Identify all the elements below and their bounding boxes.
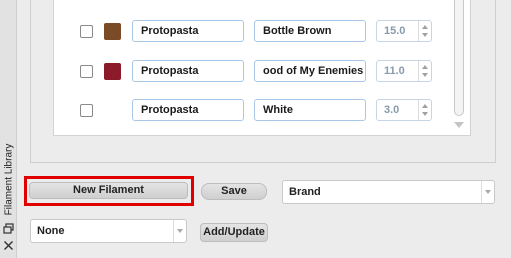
color-swatch[interactable] <box>104 23 121 40</box>
chevron-down-icon <box>177 229 183 233</box>
filament-row: Protopasta Bottle Brown 15.0 <box>0 20 510 44</box>
amount-stepper[interactable] <box>418 100 431 120</box>
filament-select-checkbox[interactable] <box>80 65 93 78</box>
list-scrollbar[interactable] <box>452 0 466 132</box>
stepper-up-icon[interactable] <box>422 104 428 108</box>
float-window-icon[interactable] <box>3 223 14 234</box>
stepper-down-icon[interactable] <box>422 112 428 116</box>
panel-title: Filament Library <box>3 143 15 216</box>
amount-value: 11.0 <box>384 65 405 77</box>
color-swatch[interactable] <box>104 63 121 80</box>
brand-field[interactable]: Protopasta <box>132 20 244 42</box>
filament-name-field[interactable]: Bottle Brown <box>254 20 366 42</box>
add-update-button[interactable]: Add/Update <box>200 223 268 242</box>
sort-field-value: Brand <box>289 186 321 198</box>
color-swatch[interactable] <box>104 102 121 119</box>
filament-select-checkbox[interactable] <box>80 104 93 117</box>
brand-field[interactable]: Protopasta <box>132 99 244 121</box>
amount-spinbox[interactable]: 3.0 <box>376 99 432 121</box>
amount-stepper[interactable] <box>418 61 431 81</box>
filament-name-field[interactable]: White <box>254 99 366 121</box>
filament-name-field[interactable]: ood of My Enemies <box>254 60 366 82</box>
scrollbar-track[interactable] <box>454 0 464 116</box>
filament-row: Protopasta White 3.0 <box>0 99 510 123</box>
amount-stepper[interactable] <box>418 21 431 41</box>
amount-value: 3.0 <box>384 104 400 116</box>
close-icon[interactable] <box>3 240 14 251</box>
filament-row: Protopasta ood of My Enemies 11.0 <box>0 60 510 84</box>
filament-select-checkbox[interactable] <box>80 25 93 38</box>
amount-spinbox[interactable]: 11.0 <box>376 60 432 82</box>
new-filament-button[interactable]: New Filament <box>29 182 188 199</box>
brand-field[interactable]: Protopasta <box>132 60 244 82</box>
dropdown-arrow[interactable] <box>173 220 186 242</box>
sort-field-dropdown[interactable]: Brand <box>282 180 495 204</box>
stepper-up-icon[interactable] <box>422 65 428 69</box>
dropdown-arrow[interactable] <box>481 181 494 203</box>
scroll-down-icon[interactable] <box>454 122 464 128</box>
chevron-down-icon <box>485 190 491 194</box>
stepper-up-icon[interactable] <box>422 25 428 29</box>
preset-dropdown[interactable]: None <box>30 219 187 243</box>
amount-value: 15.0 <box>384 25 406 37</box>
amount-spinbox[interactable]: 15.0 <box>376 20 432 42</box>
stepper-down-icon[interactable] <box>422 33 428 37</box>
stepper-down-icon[interactable] <box>422 73 428 77</box>
preset-value: None <box>37 225 65 237</box>
save-button[interactable]: Save <box>201 183 267 200</box>
